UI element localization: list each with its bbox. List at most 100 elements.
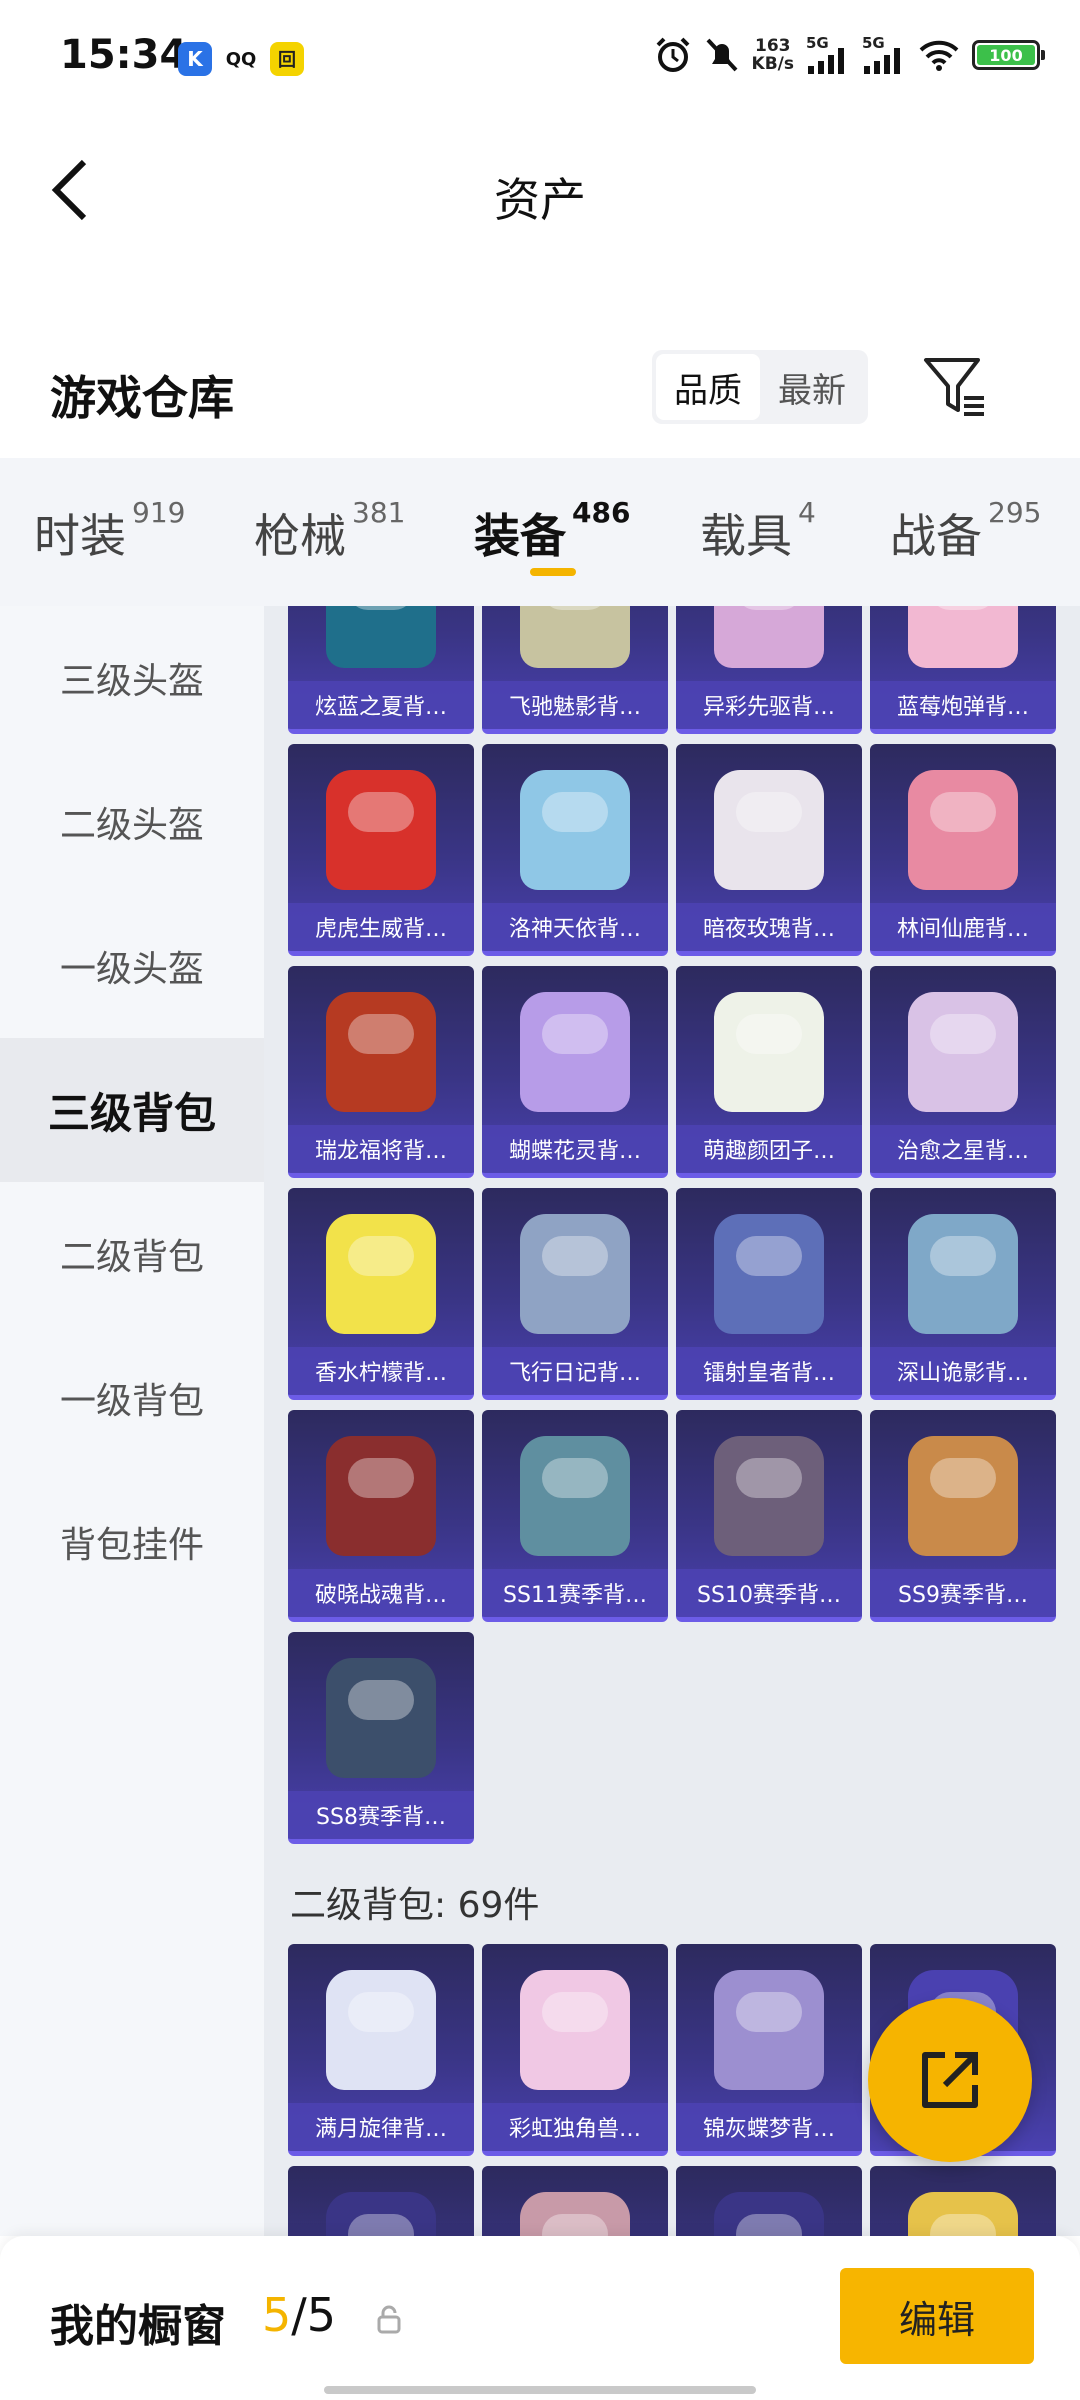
item-card[interactable]: SS10赛季背… — [676, 1410, 862, 1622]
tab-equipment[interactable]: 装备 486 — [474, 496, 630, 566]
filter-button[interactable] — [920, 352, 990, 422]
item-card[interactable] — [288, 2166, 474, 2236]
item-card[interactable]: 镭射皇者背… — [676, 1188, 862, 1400]
item-card[interactable]: SS11赛季背… — [482, 1410, 668, 1622]
item-name: 林间仙鹿背… — [870, 903, 1056, 951]
sidebar-item-level2-backpack[interactable]: 二级背包 — [0, 1182, 264, 1326]
sidebar-item-level2-helmet[interactable]: 二级头盔 — [0, 750, 264, 894]
tab-label: 载具 — [700, 509, 792, 563]
item-card[interactable] — [482, 2166, 668, 2236]
item-card[interactable]: 林间仙鹿背… — [870, 744, 1056, 956]
item-card[interactable]: 彩虹独角兽… — [482, 1944, 668, 2156]
backpack-image — [908, 2192, 1018, 2236]
item-card[interactable]: 蓝莓炮弹背… — [870, 606, 1056, 734]
tab-combat-gear[interactable]: 战备 295 — [890, 496, 1041, 566]
tab-count: 486 — [572, 495, 631, 529]
backpack-image — [714, 606, 824, 668]
section-title: 二级背包: 69件 — [290, 1885, 540, 1926]
item-card[interactable] — [676, 2166, 862, 2236]
sort-quality[interactable]: 品质 — [656, 354, 760, 420]
bottom-bar: 我的橱窗 5/5 编辑 — [0, 2236, 1080, 2400]
backpack-image — [326, 770, 436, 890]
status-bar: 15:34 K QQ 回 163 KB/s 5G 5G 100 — [0, 0, 1080, 120]
item-name: 锦灰蝶梦背… — [676, 2103, 862, 2151]
backpack-image — [326, 1214, 436, 1334]
wifi-icon — [919, 40, 959, 71]
tab-vehicles[interactable]: 载具 4 — [700, 496, 816, 566]
item-card[interactable]: 虎虎生威背… — [288, 744, 474, 956]
backpack-image — [326, 606, 436, 668]
app-k-icon: K — [178, 42, 212, 76]
item-card[interactable]: 飞行日记背… — [482, 1188, 668, 1400]
category-tabs: 时装 919 枪械 381 装备 486 载具 4 战备 295 — [0, 458, 1080, 606]
share-button[interactable] — [868, 1998, 1032, 2162]
sidebar-item-backpack-pendant[interactable]: 背包挂件 — [0, 1470, 264, 1614]
sidebar-item-level3-backpack[interactable]: 三级背包 — [0, 1038, 264, 1182]
item-card[interactable]: 蝴蝶花灵背… — [482, 966, 668, 1178]
item-name: 蝴蝶花灵背… — [482, 1125, 668, 1173]
backpack-image — [714, 1436, 824, 1556]
item-name: SS11赛季背… — [482, 1569, 668, 1617]
sidebar-item-level3-helmet[interactable]: 三级头盔 — [0, 606, 264, 750]
backpack-image — [714, 992, 824, 1112]
edit-button[interactable]: 编辑 — [840, 2268, 1034, 2364]
item-name: 洛神天依背… — [482, 903, 668, 951]
item-card[interactable]: 满月旋律背… — [288, 1944, 474, 2156]
backpack-image — [520, 1214, 630, 1334]
item-name: 萌趣颜团子… — [676, 1125, 862, 1173]
item-card[interactable]: 飞驰魅影背… — [482, 606, 668, 734]
backpack-image — [714, 1214, 824, 1334]
tab-label: 枪械 — [254, 509, 346, 563]
backpack-image — [908, 1214, 1018, 1334]
item-card[interactable]: 破晓战魂背… — [288, 1410, 474, 1622]
home-indicator — [324, 2386, 756, 2394]
backpack-image — [520, 770, 630, 890]
item-card[interactable]: 香水柠檬背… — [288, 1188, 474, 1400]
backpack-image — [326, 2192, 436, 2236]
item-name: 瑞龙福将背… — [288, 1125, 474, 1173]
backpack-image — [326, 992, 436, 1112]
item-card[interactable]: 瑞龙福将背… — [288, 966, 474, 1178]
backpack-image — [520, 1436, 630, 1556]
tab-fashion[interactable]: 时装 919 — [34, 496, 185, 566]
tab-weapons[interactable]: 枪械 381 — [254, 496, 405, 566]
sidebar-item-level1-backpack[interactable]: 一级背包 — [0, 1326, 264, 1470]
tab-count: 919 — [132, 495, 186, 529]
item-name: 飞行日记背… — [482, 1347, 668, 1395]
item-card[interactable]: 治愈之星背… — [870, 966, 1056, 1178]
sidebar-item-level1-helmet[interactable]: 一级头盔 — [0, 894, 264, 1038]
showcase-label: 我的橱窗 — [50, 2301, 226, 2352]
item-name: SS10赛季背… — [676, 1569, 862, 1617]
item-name: 暗夜玫瑰背… — [676, 903, 862, 951]
item-card[interactable]: SS8赛季背… — [288, 1632, 474, 1844]
title-bar: 资产 — [0, 120, 1080, 260]
backpack-image — [326, 1970, 436, 2090]
net-speed: 163 KB/s — [752, 37, 794, 73]
item-card[interactable]: 萌趣颜团子… — [676, 966, 862, 1178]
item-card[interactable]: 洛神天依背… — [482, 744, 668, 956]
item-card[interactable]: SS9赛季背… — [870, 1410, 1056, 1622]
item-card[interactable]: 锦灰蝶梦背… — [676, 1944, 862, 2156]
item-card[interactable]: 异彩先驱背… — [676, 606, 862, 734]
backpack-image — [326, 1436, 436, 1556]
tab-count: 4 — [798, 495, 816, 529]
item-card[interactable]: 暗夜玫瑰背… — [676, 744, 862, 956]
warehouse-title: 游戏仓库 — [50, 371, 234, 425]
qq-icon: QQ — [225, 48, 257, 70]
showcase-count-total: 5 — [306, 2288, 337, 2342]
item-card[interactable]: 炫蓝之夏背… — [288, 606, 474, 734]
tab-label: 战备 — [890, 509, 982, 563]
item-name: 深山诡影背… — [870, 1347, 1056, 1395]
item-name: 虎虎生威背… — [288, 903, 474, 951]
sort-newest[interactable]: 最新 — [760, 354, 864, 420]
battery-level: 100 — [977, 45, 1035, 65]
item-name: 香水柠檬背… — [288, 1347, 474, 1395]
item-card[interactable] — [870, 2166, 1056, 2236]
item-name: SS9赛季背… — [870, 1569, 1056, 1617]
tab-count: 381 — [352, 495, 406, 529]
signal-5g-icon: 5G — [806, 34, 850, 74]
tab-label: 装备 — [474, 509, 566, 563]
item-name: 炫蓝之夏背… — [288, 681, 474, 729]
battery-icon: 100 — [972, 40, 1045, 70]
item-card[interactable]: 深山诡影背… — [870, 1188, 1056, 1400]
